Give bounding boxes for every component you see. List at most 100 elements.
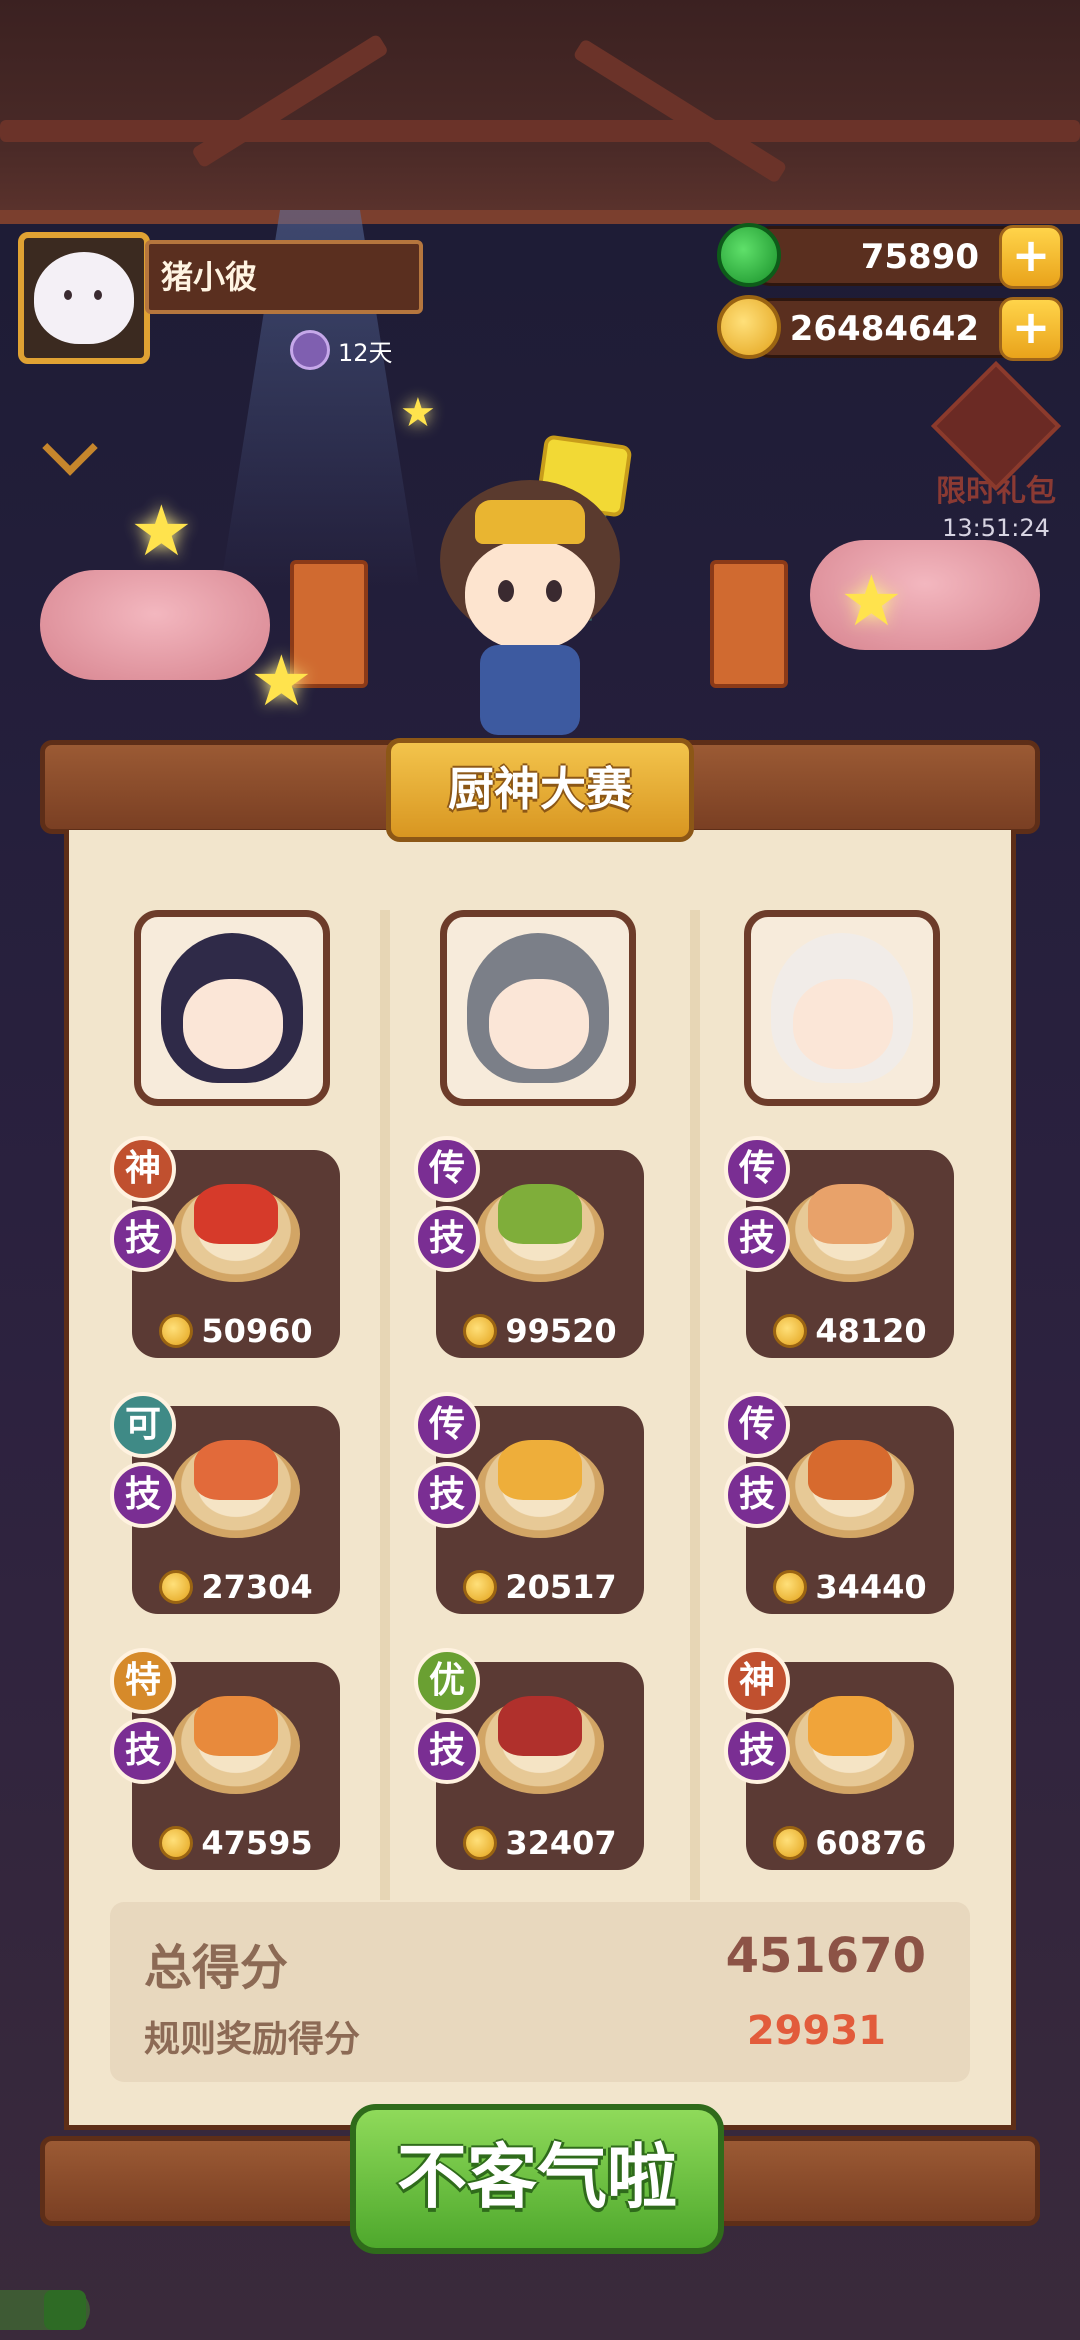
gold-coin-icon [773,1570,808,1604]
roof-beam [190,33,390,169]
dish-score: 32407 [436,1824,644,1862]
chef-portrait-face [183,979,283,1069]
gold-coin-icon [463,1570,498,1604]
dish-skill-badge: 技 [414,1462,480,1528]
login-days-label: 12天 [338,338,393,367]
crown-icon [475,500,585,544]
chef-portrait-face [489,979,589,1069]
jade-icon [717,223,781,287]
blossom-tree [40,570,270,680]
player-name: 猪小彼 [145,240,423,314]
dish-food-icon [808,1184,892,1244]
dish-score-value: 60876 [815,1824,927,1862]
column-divider [690,910,700,1900]
chef-body [480,645,580,735]
star-icon: ★ [400,390,436,436]
dish-rank-badge: 神 [724,1648,790,1714]
jade-amount: 75890 [860,237,979,277]
dish-score: 99520 [436,1312,644,1350]
dish-food-icon [194,1696,278,1756]
dish-food-icon [498,1440,582,1500]
login-days: 12天 [290,330,393,370]
player-avatar[interactable] [18,232,150,364]
dish-score-value: 50960 [201,1312,313,1350]
star-icon: ★ [840,560,903,642]
dish-score-value: 34440 [815,1568,927,1606]
dish-score-value: 20517 [505,1568,617,1606]
chef-portrait-face [793,979,893,1069]
gold-coin-icon [773,1826,808,1860]
roof-beam [0,120,1080,142]
dish-skill-badge: 技 [110,1206,176,1272]
gold-currency: 26484642 + [717,295,1063,361]
column-divider [380,910,390,1900]
dish-rank-badge: 传 [724,1392,790,1458]
chef-eye [498,580,514,602]
chef-portrait-girl-crown[interactable] [134,910,330,1106]
dish-rank-badge: 特 [110,1648,176,1714]
chef-character [420,434,640,750]
toggle-switch[interactable] [0,2290,90,2330]
dish-rank-badge: 神 [110,1136,176,1202]
gold-coin-icon [463,1314,498,1348]
dish-score: 47595 [132,1824,340,1862]
dish-rank-badge: 可 [110,1392,176,1458]
dish-skill-badge: 技 [724,1718,790,1784]
gold-coin-icon [159,1570,194,1604]
roof-beam [572,38,788,184]
bonus-score-value: 29931 [746,2008,886,2054]
chevron-down-icon[interactable] [42,420,98,476]
dish-score-value: 47595 [201,1824,313,1862]
dish-score-value: 48120 [815,1312,927,1350]
gold-coin-icon [463,1826,498,1860]
dish-food-icon [808,1440,892,1500]
dish-food-icon [498,1696,582,1756]
limited-gift-pack[interactable]: 限时礼包 13:51:24 [926,360,1066,542]
chef-portrait-grey-hair[interactable] [440,910,636,1106]
dish-skill-badge: 技 [724,1462,790,1528]
bonus-score-label: 规则奖励得分 [144,2019,361,2060]
calendar-badge-icon [290,330,330,370]
gold-amount: 26484642 [789,309,979,349]
dish-score-value: 27304 [201,1568,313,1606]
dish-score: 27304 [132,1568,340,1606]
gold-coin-icon [159,1826,194,1860]
dish-score: 60876 [746,1824,954,1862]
dish-skill-badge: 技 [414,1718,480,1784]
dish-skill-badge: 技 [110,1718,176,1784]
dish-skill-badge: 技 [414,1206,480,1272]
cat-avatar-icon [34,252,134,344]
chef-eye [546,580,562,602]
dish-food-icon [194,1440,278,1500]
dish-rank-badge: 优 [414,1648,480,1714]
star-icon: ★ [250,640,313,722]
total-score-value: 451670 [725,1928,926,1984]
chef-portrait-white-hood[interactable] [744,910,940,1106]
dish-score-value: 32407 [505,1824,617,1862]
add-gold-button[interactable]: + [999,297,1063,361]
dish-score: 34440 [746,1568,954,1606]
roof-background [0,0,1080,224]
score-summary: 总得分 451670 规则奖励得分 29931 [110,1902,970,2082]
chef-face [465,540,595,650]
star-icon: ★ [130,490,193,572]
dish-score-value: 99520 [505,1312,617,1350]
jade-currency: 75890 + [717,223,1063,289]
dish-score: 48120 [746,1312,954,1350]
dish-score: 50960 [132,1312,340,1350]
gold-coin-icon [159,1314,194,1348]
dish-skill-badge: 技 [724,1206,790,1272]
dish-food-icon [194,1184,278,1244]
add-jade-button[interactable]: + [999,225,1063,289]
dish-rank-badge: 传 [724,1136,790,1202]
dish-food-icon [808,1696,892,1756]
gold-coin-icon [773,1314,808,1348]
dish-food-icon [498,1184,582,1244]
total-score-label: 总得分 [144,1940,289,1996]
contest-title: 厨神大赛 [386,738,694,842]
dish-rank-badge: 传 [414,1136,480,1202]
dish-skill-badge: 技 [110,1462,176,1528]
stage-pillar [710,560,788,688]
confirm-button[interactable]: 不客气啦 [350,2104,724,2254]
dish-score: 20517 [436,1568,644,1606]
